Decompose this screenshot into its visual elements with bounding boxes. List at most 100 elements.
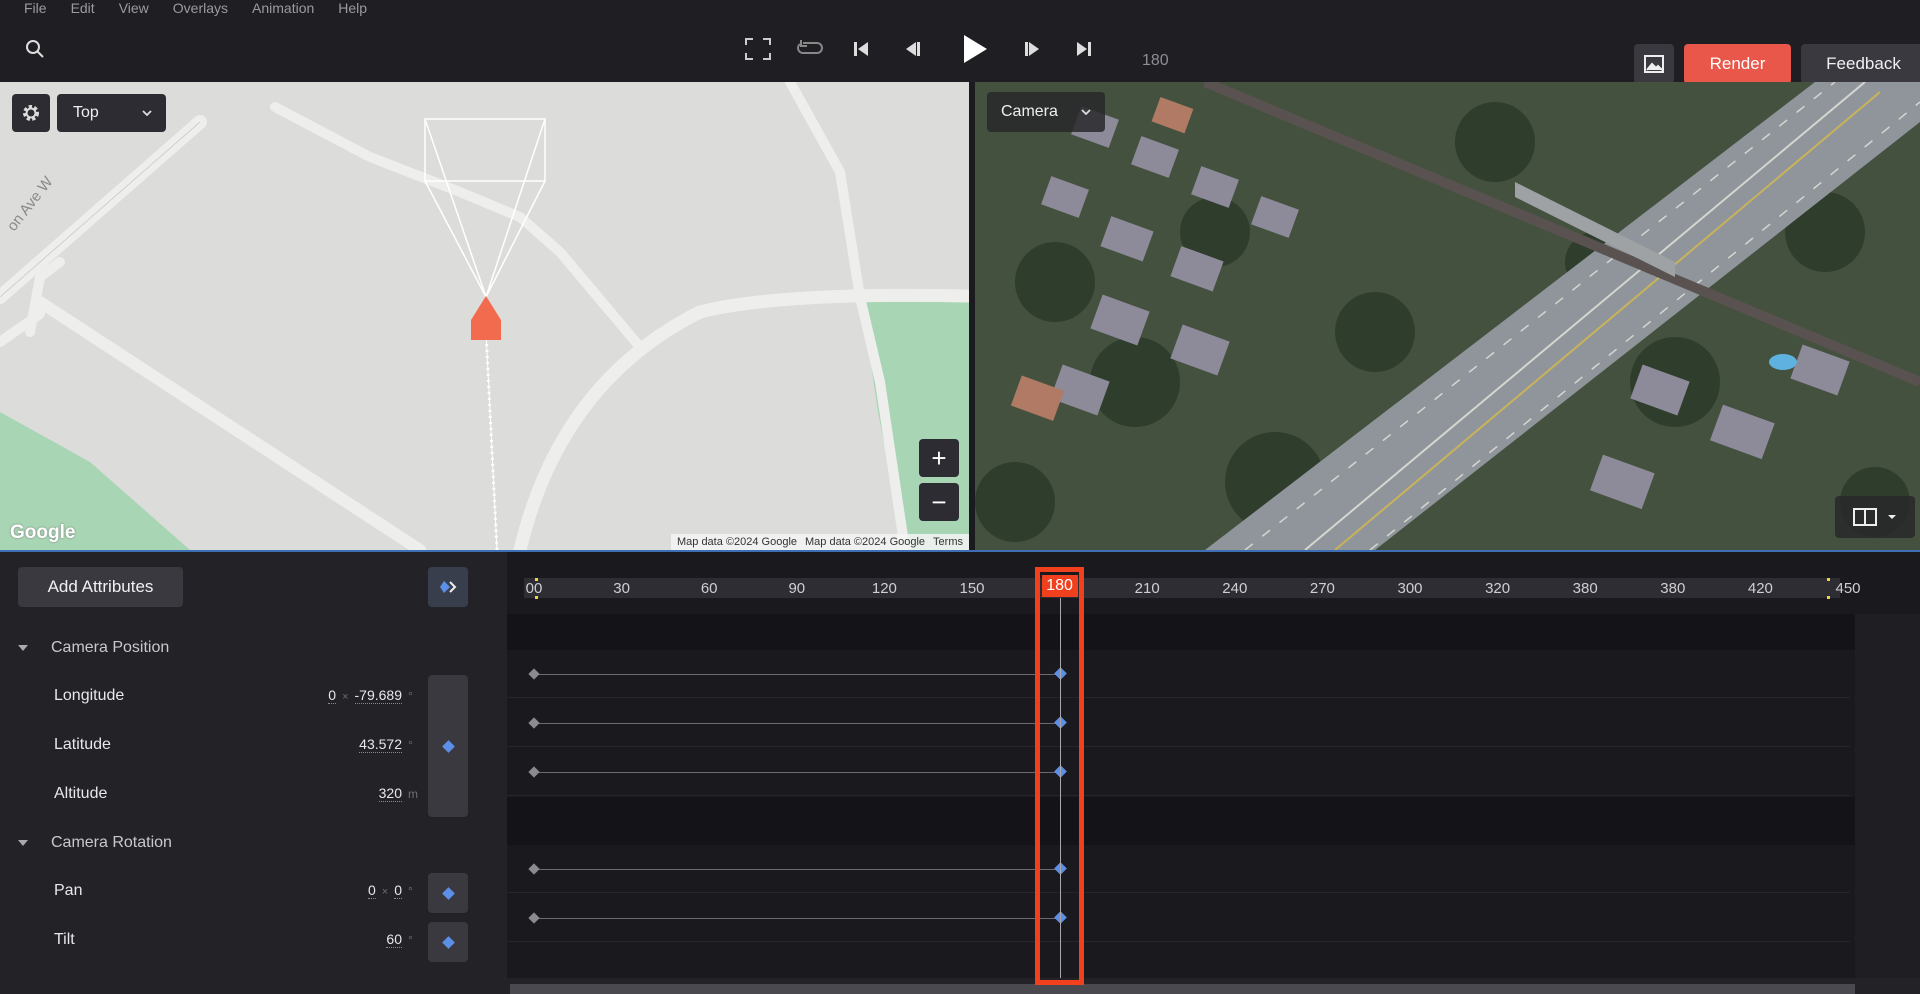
timeline-right-gutter: [1855, 614, 1920, 978]
caret-down-icon[interactable]: [18, 645, 28, 651]
map-view-value: Top: [73, 104, 99, 121]
unit-label: °: [408, 884, 413, 898]
tick-label: 300: [1397, 580, 1423, 597]
search-icon[interactable]: [18, 32, 52, 66]
terms-link[interactable]: Terms: [933, 536, 963, 548]
step-forward-icon[interactable]: [1016, 32, 1050, 66]
timeline-scroll-thumb[interactable]: [510, 984, 1855, 994]
tick-label: 60: [700, 580, 718, 597]
skip-to-start-icon[interactable]: [844, 32, 878, 66]
attr-label: Tilt: [54, 931, 75, 948]
latitude-field[interactable]: 43.572: [359, 736, 402, 753]
group-track-position: [507, 614, 1855, 650]
render-button[interactable]: Render: [1684, 44, 1791, 84]
keyframe-diamond-icon: [441, 886, 455, 900]
unit-label: °: [408, 738, 413, 752]
tick-label: 00: [525, 580, 543, 597]
chevron-down-icon: [142, 110, 152, 116]
google-logo: Google: [10, 522, 76, 543]
keyframe-interpolation-line: [538, 918, 1056, 919]
toolbar: 180 Render Feedback: [0, 16, 1920, 84]
attr-label: Altitude: [54, 785, 108, 802]
tick-label: 420: [1747, 580, 1773, 597]
unit-label: m: [408, 787, 418, 801]
separator-x: ×: [342, 691, 349, 703]
menu-animation[interactable]: Animation: [228, 0, 314, 16]
group-camera-rotation[interactable]: Camera Rotation: [0, 823, 507, 863]
current-frame-readout: 180: [1142, 52, 1169, 69]
map-canvas[interactable]: on Ave W: [0, 82, 969, 550]
attr-label: Latitude: [54, 736, 111, 753]
keyframe-diamond-arrow-icon: [440, 581, 457, 593]
camera-view-dropdown[interactable]: Camera: [987, 92, 1105, 132]
keyframe-nav-button[interactable]: [428, 567, 468, 607]
group-label: Camera Position: [51, 639, 170, 656]
tick-label: 150: [959, 580, 985, 597]
tilt-field[interactable]: 60: [386, 931, 402, 948]
map-settings-button[interactable]: [12, 94, 50, 132]
map-view-dropdown[interactable]: Top: [57, 94, 166, 132]
tilt-keyframe-button[interactable]: [428, 922, 468, 962]
keyframe-diamond-icon: [441, 739, 455, 753]
keyframe-diamond-icon: [441, 935, 455, 949]
gear-icon: [23, 105, 39, 121]
attr-label: Pan: [54, 882, 83, 899]
fullscreen-icon[interactable]: [741, 32, 775, 66]
step-back-icon[interactable]: [895, 32, 929, 66]
attr-row-pan: Pan 0 × 0 °: [0, 868, 420, 916]
image-export-button[interactable]: [1634, 44, 1674, 84]
menu-file[interactable]: File: [0, 0, 47, 16]
range-marker: [1827, 596, 1830, 599]
camera-view-panel[interactable]: Camera: [975, 82, 1920, 550]
zoom-in-button[interactable]: +: [919, 439, 959, 477]
tick-label: 120: [871, 580, 897, 597]
playhead-frame-label[interactable]: 180: [1041, 575, 1078, 597]
attr-values: 43.572 °: [359, 736, 420, 753]
camera-view-value: Camera: [1001, 103, 1058, 120]
attribution-text-1: Map data ©2024 Google: [676, 536, 798, 548]
menu-bar: File Edit View Overlays Animation Help: [0, 0, 1920, 16]
longitude-deg-field[interactable]: 0: [328, 687, 337, 704]
map-attribution: Map data ©2024 Google Map data ©2024 Goo…: [670, 534, 969, 550]
layout-toggle-button[interactable]: [1835, 496, 1915, 538]
attr-row-altitude: Altitude 320 m: [0, 771, 420, 819]
position-keyframe-button[interactable]: [428, 675, 468, 817]
chevron-down-icon: [1888, 515, 1896, 519]
pan-keyframe-button[interactable]: [428, 873, 468, 913]
skip-to-end-icon[interactable]: [1067, 32, 1101, 66]
split-view-icon: [1853, 508, 1877, 526]
timeline-ruler[interactable]: [524, 578, 1840, 598]
pan-field-1[interactable]: 0: [367, 882, 376, 899]
tick-label: 270: [1309, 580, 1335, 597]
pan-field-2[interactable]: 0: [394, 882, 402, 899]
tick-label: 450: [1835, 580, 1861, 597]
menu-edit[interactable]: Edit: [47, 0, 95, 16]
attribution-text-2: Map data ©2024 Google: [805, 536, 926, 548]
map-view-panel[interactable]: on Ave W Top + − Google Map data ©2024 G…: [0, 82, 969, 550]
loop-icon[interactable]: [792, 32, 826, 66]
caret-down-icon[interactable]: [18, 840, 28, 846]
add-attributes-button[interactable]: Add Attributes: [18, 567, 183, 607]
image-icon: [1644, 55, 1664, 73]
feedback-button[interactable]: Feedback: [1801, 44, 1920, 84]
attr-row-latitude: Latitude 43.572 °: [0, 722, 420, 770]
longitude-field[interactable]: -79.689: [354, 687, 402, 704]
tick-label: 320: [1485, 580, 1511, 597]
tick-label: 90: [788, 580, 806, 597]
attr-values: 0 × 0 °: [367, 882, 420, 899]
attributes-panel: Add Attributes Camera Position Longitude…: [0, 552, 507, 994]
menu-help[interactable]: Help: [314, 0, 367, 16]
tick-label: 240: [1222, 580, 1248, 597]
menu-view[interactable]: View: [95, 0, 149, 16]
range-marker: [535, 578, 538, 581]
group-camera-position[interactable]: Camera Position: [0, 628, 507, 668]
attr-values: 60 °: [386, 931, 420, 948]
zoom-out-button[interactable]: −: [919, 483, 959, 521]
altitude-field[interactable]: 320: [378, 785, 402, 802]
attr-row-longitude: Longitude 0 × -79.689 °: [0, 673, 420, 721]
menu-overlays[interactable]: Overlays: [149, 0, 228, 16]
aerial-render: [975, 82, 1920, 550]
timeline-panel[interactable]: 00 30 60 90 120 150 210 240 270 300 320 380 380 420 45…: [507, 552, 1920, 994]
play-icon[interactable]: [956, 30, 994, 68]
keyframe-interpolation-line: [538, 869, 1056, 870]
